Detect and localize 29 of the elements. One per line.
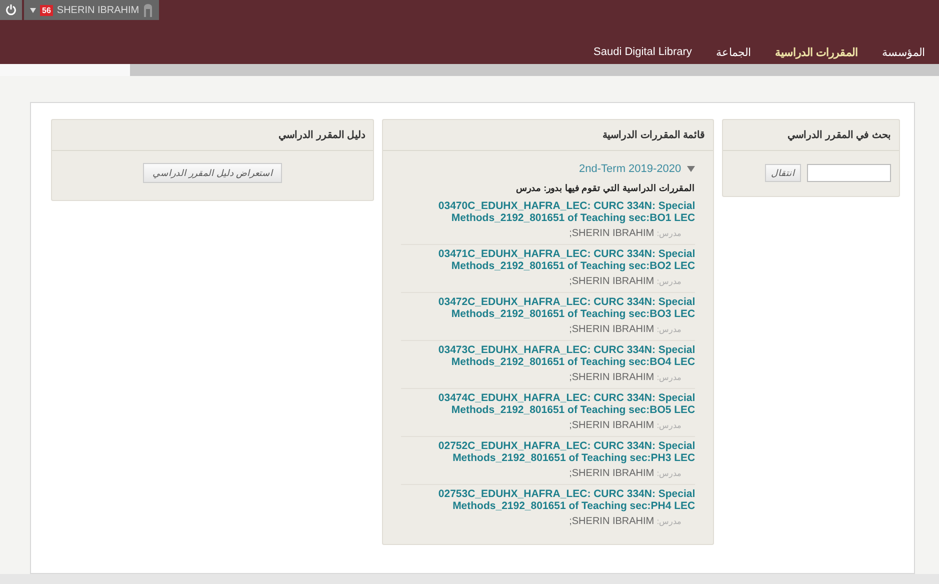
- nav-tab[interactable]: المؤسسة: [882, 46, 925, 59]
- notification-badge: 56: [40, 4, 53, 16]
- panel-title: بحث في المقرر الدراسي: [788, 130, 891, 141]
- avatar-icon: [143, 4, 154, 16]
- panel-title: دليل المقرر الدراسي: [278, 130, 366, 141]
- nav-tab[interactable]: المقررات الدراسية: [774, 46, 858, 59]
- scrollbar[interactable]: [0, 574, 939, 584]
- course-link[interactable]: 03473C_EDUHX_HAFRA_LEC: CURC 334N: Special Methods_2192_801651 of Teaching sec:BO4 LEC: [395, 344, 696, 368]
- user-menu[interactable]: 56 SHERIN IBRAHIM: [24, 0, 160, 20]
- course-link[interactable]: 03472C_EDUHX_HAFRA_LEC: CURC 334N: Special Methods_2192_801651 of Teaching sec:BO3 LEC: [395, 296, 696, 320]
- panel-title: قائمة المقررات الدراسية: [602, 130, 706, 141]
- power-icon: [5, 4, 17, 16]
- course-link[interactable]: 02753C_EDUHX_HAFRA_LEC: CURC 334N: Special Methods_2192_801651 of Teaching sec:PH4 LEC: [395, 488, 696, 512]
- course-link[interactable]: 02752C_EDUHX_HAFRA_LEC: CURC 334N: Special Methods_2192_801651 of Teaching sec:PH3 LEC: [395, 440, 696, 464]
- role-heading: المقررات الدراسية التي تقوم فيها بدور: مدرس: [515, 183, 696, 193]
- view-syllabus-button[interactable]: استعراض دليل المقرر الدراسي: [143, 163, 282, 183]
- search-field[interactable]: [807, 164, 891, 182]
- user-name: SHERIN IBRAHIM: [56, 4, 140, 16]
- nav-tab[interactable]: Saudi Digital Library: [594, 46, 692, 59]
- course-link[interactable]: 03470C_EDUHX_HAFRA_LEC: CURC 334N: Special Methods_2192_801651 of Teaching sec:BO1 LEC: [395, 200, 696, 224]
- course-link[interactable]: 03474C_EDUHX_HAFRA_LEC: CURC 334N: Special Methods_2192_801651 of Teaching sec:BO5 LEC: [395, 392, 696, 416]
- power-button[interactable]: [0, 0, 22, 20]
- scrollbar[interactable]: [0, 64, 939, 76]
- nav-tab[interactable]: الجماعة: [716, 46, 751, 59]
- go-button[interactable]: انتقال: [765, 164, 801, 182]
- caret-icon: [687, 166, 696, 172]
- course-link[interactable]: 03471C_EDUHX_HAFRA_LEC: CURC 334N: Special Methods_2192_801651 of Teaching sec:BO2 LEC: [395, 248, 696, 272]
- term-toggle[interactable]: 2nd-Term 2019-2020: [401, 163, 696, 175]
- caret-icon: [30, 8, 36, 12]
